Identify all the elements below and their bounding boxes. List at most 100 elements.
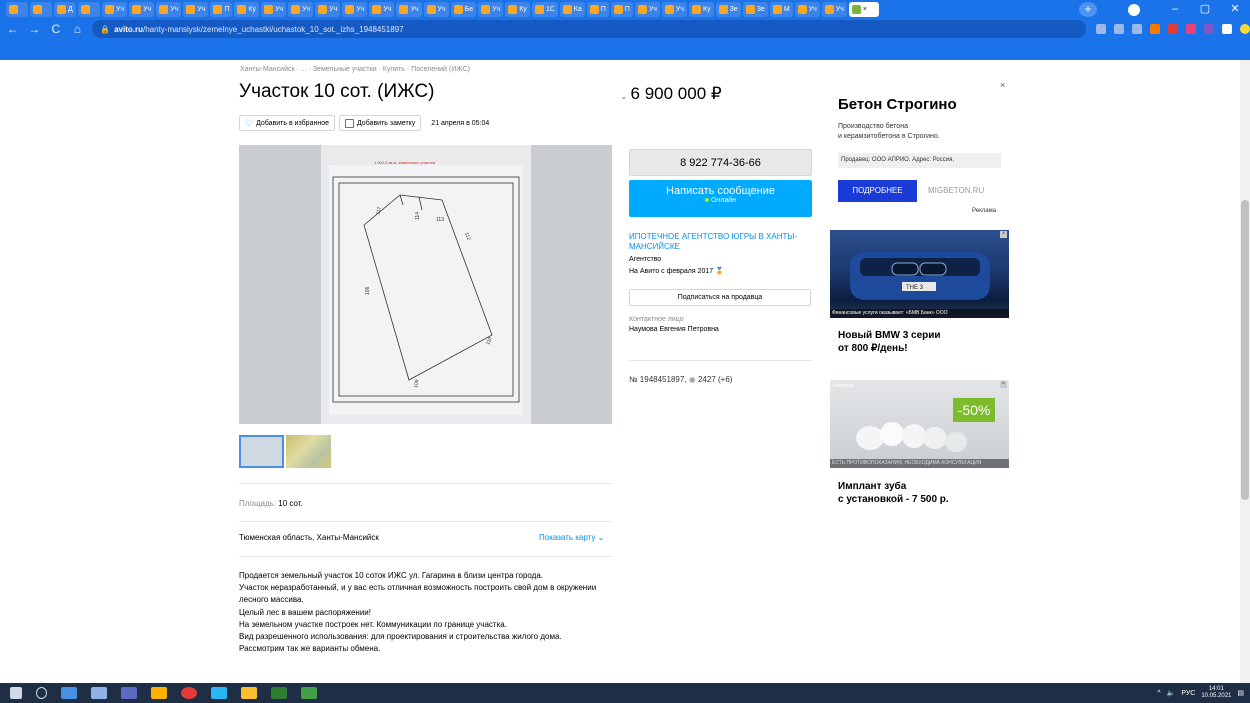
- add-note-button[interactable]: Добавить заметку: [338, 115, 422, 131]
- browser-tab[interactable]: Уч: [288, 2, 314, 17]
- browser-tab[interactable]: Уч: [183, 2, 209, 17]
- scrollbar-thumb[interactable]: [1241, 200, 1249, 500]
- close-ad-icon[interactable]: ×: [1000, 80, 1005, 90]
- tray-chevron-icon[interactable]: ^: [1157, 690, 1160, 697]
- chrome-icon[interactable]: [181, 687, 197, 699]
- implant-ad-image[interactable]: Реклама × -50% ЕСТЬ ПРОТИВОПОКАЗАНИЯ, НЕ…: [830, 380, 1009, 468]
- app-icon[interactable]: [211, 687, 227, 699]
- avatar-icon[interactable]: [1239, 24, 1250, 34]
- tab-label: Уч: [143, 6, 152, 13]
- browser-tab[interactable]: Уч: [260, 2, 287, 17]
- browser-tab[interactable]: Уч: [661, 2, 687, 17]
- browser-tab[interactable]: Ку: [505, 2, 530, 17]
- address-bar[interactable]: 🔒 avito.ru /hanty-mansiysk/zemelnye_ucha…: [92, 20, 1086, 38]
- breadcrumb[interactable]: Ханты-Мансийск · ... · Земельные участки…: [240, 66, 470, 73]
- app-icon[interactable]: [151, 687, 167, 699]
- implant-ad-title[interactable]: Имплант зуба с установкой - 7 500 р.: [838, 480, 949, 506]
- browser-tab[interactable]: ×: [848, 2, 879, 17]
- browser-tab[interactable]: Уч: [129, 2, 155, 17]
- browser-tab[interactable]: Д: [54, 2, 76, 17]
- browser-tab[interactable]: 1С: [531, 2, 558, 17]
- main-photo[interactable]: 1 000,0 кв.м. земельного участка 117 114…: [239, 145, 612, 424]
- browser-tab[interactable]: Уч: [634, 2, 660, 17]
- browser-tab[interactable]: Уч: [315, 2, 341, 17]
- thumbnail-map[interactable]: [286, 435, 331, 468]
- implant-ad-caption: ЕСТЬ ПРОТИВОПОКАЗАНИЯ, НЕОБХОДИМА КОНСУЛ…: [830, 459, 1009, 468]
- browser-tab[interactable]: Уч: [794, 2, 820, 17]
- minimize-button[interactable]: –: [1160, 0, 1190, 19]
- browser-tab[interactable]: Уч: [156, 2, 182, 17]
- listing-actions: ♡ Добавить в избранное Добавить заметку …: [239, 115, 489, 131]
- forward-button[interactable]: →: [26, 20, 44, 38]
- browser-tab[interactable]: Уч: [369, 2, 395, 17]
- page-content: Ханты-Мансийск · ... · Земельные участки…: [0, 60, 1250, 683]
- bookmark-star-icon[interactable]: [1131, 24, 1142, 34]
- write-message-button[interactable]: Написать сообщение Онлайн: [629, 180, 812, 217]
- ad-more-button[interactable]: ПОДРОБНЕЕ: [838, 180, 917, 202]
- browser-tab[interactable]: Уч: [423, 2, 449, 17]
- app-icon[interactable]: [91, 687, 107, 699]
- app-icon[interactable]: [271, 687, 287, 699]
- windows-start-icon[interactable]: [10, 687, 22, 699]
- extension-icon[interactable]: [1149, 24, 1160, 34]
- subscribe-button[interactable]: Подписаться на продавца: [629, 289, 811, 306]
- app-icon[interactable]: [121, 687, 137, 699]
- browser-tab[interactable]: М: [769, 2, 793, 17]
- browser-tab[interactable]: Зе: [715, 2, 741, 17]
- zoom-icon[interactable]: [1113, 24, 1124, 34]
- price[interactable]: ⌄ 6 900 000 ₽: [620, 84, 722, 104]
- seller-name-link[interactable]: ИПОТЕЧНОЕ АГЕНТСТВО ЮГРЫ В ХАНТЫ-МАНСИЙС…: [629, 232, 812, 252]
- browser-tab[interactable]: Уч: [396, 2, 422, 17]
- translate-icon[interactable]: [1095, 24, 1106, 34]
- bmw-ad-image[interactable]: THE 3 × Финансовые услуги оказывает: «БМ…: [830, 230, 1009, 318]
- extension-icon[interactable]: [1167, 24, 1178, 34]
- home-button[interactable]: ⌂: [69, 20, 87, 38]
- browser-tab[interactable]: Ку: [234, 2, 259, 17]
- new-tab-button[interactable]: +: [1079, 2, 1097, 17]
- browser-tab[interactable]: Уч: [478, 2, 504, 17]
- close-window-button[interactable]: ✕: [1220, 0, 1250, 19]
- browser-tab[interactable]: П: [210, 2, 233, 17]
- browser-tab[interactable]: Уч: [102, 2, 128, 17]
- ad-title[interactable]: Бетон Строгино: [838, 96, 957, 113]
- language-indicator[interactable]: РУС: [1181, 690, 1195, 697]
- profile-icon[interactable]: [1128, 3, 1140, 16]
- browser-tab[interactable]: Ку: [689, 2, 714, 17]
- close-ad-icon[interactable]: ×: [1000, 231, 1007, 238]
- extension-icon[interactable]: [1185, 24, 1196, 34]
- app-icon[interactable]: [61, 687, 77, 699]
- search-icon[interactable]: [36, 687, 47, 699]
- browser-tab[interactable]: Уч: [342, 2, 368, 17]
- volume-icon[interactable]: 🔈: [1167, 689, 1176, 697]
- browser-tab[interactable]: Уч: [821, 2, 847, 17]
- browser-tab[interactable]: П: [610, 2, 633, 17]
- maximize-button[interactable]: ▢: [1190, 0, 1220, 19]
- browser-tab[interactable]: П: [586, 2, 609, 17]
- excel-icon[interactable]: [301, 687, 317, 699]
- ad-domain[interactable]: MIGBETON.RU: [928, 186, 984, 195]
- clock[interactable]: 14:01 10.05.2021: [1201, 686, 1231, 700]
- puzzle-icon[interactable]: [1221, 24, 1232, 34]
- tab-favicon-icon: [481, 5, 491, 14]
- browser-tab[interactable]: [30, 2, 52, 17]
- show-map-link[interactable]: Показать карту ⌄: [539, 533, 604, 542]
- shield-icon[interactable]: [1203, 24, 1214, 34]
- browser-tab[interactable]: [6, 2, 28, 17]
- tab-favicon-icon: [372, 5, 382, 14]
- browser-tab[interactable]: Бе: [450, 2, 477, 17]
- browser-tab[interactable]: Ка: [559, 2, 585, 17]
- add-favorite-button[interactable]: ♡ Добавить в избранное: [239, 115, 335, 131]
- tab-favicon-icon: [562, 5, 572, 14]
- notifications-icon[interactable]: ▤: [1237, 689, 1244, 697]
- browser-tab[interactable]: [78, 2, 100, 17]
- folder-icon[interactable]: [241, 687, 257, 699]
- browser-tab[interactable]: Зе: [742, 2, 768, 17]
- thumbnail-plan[interactable]: [239, 435, 284, 468]
- reload-button[interactable]: C: [47, 20, 65, 38]
- back-button[interactable]: ←: [4, 20, 22, 38]
- tab-favicon-icon: [534, 5, 544, 14]
- show-phone-button[interactable]: 8 922 774-36-66: [629, 149, 812, 176]
- bmw-ad-title[interactable]: Новый BMW 3 серии от 800 ₽/день!: [838, 329, 941, 355]
- close-ad-icon[interactable]: ×: [1000, 381, 1007, 388]
- page-scrollbar[interactable]: [1240, 60, 1250, 683]
